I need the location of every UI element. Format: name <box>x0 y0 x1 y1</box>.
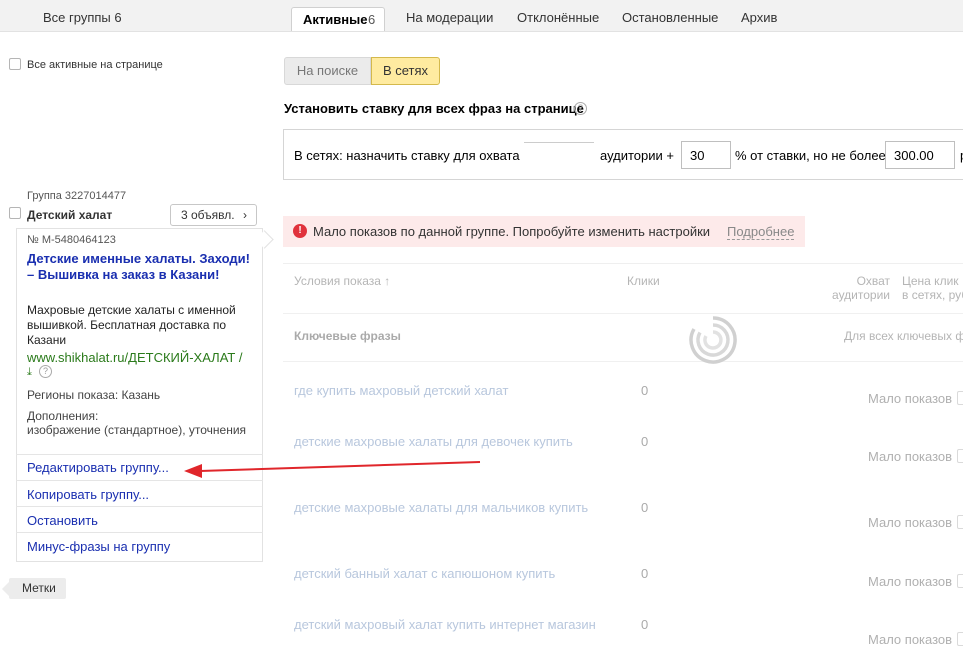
warning-more-link[interactable]: Подробнее <box>727 224 795 240</box>
copy-group-link[interactable]: Копировать группу... <box>27 487 149 502</box>
table-row-clicks: 0 <box>641 383 649 398</box>
column-reach-line2: аудитории <box>832 288 890 302</box>
tab-stopped[interactable]: Остановленные <box>622 10 718 25</box>
tab-active-label: Активные <box>303 12 368 27</box>
download-arrow-icon[interactable]: ⤓ <box>27 366 32 379</box>
table-row-phrase[interactable]: детские махровые халаты для девочек купи… <box>294 434 573 449</box>
reach-select[interactable] <box>524 142 594 143</box>
ad-title[interactable]: Детские именные халаты. Заходи! – Вышивк… <box>27 251 252 283</box>
question-icon[interactable]: ? <box>39 365 52 378</box>
table-row-checkbox[interactable] <box>957 449 963 463</box>
switch-search[interactable]: На поиске <box>284 57 371 85</box>
keywords-section-title: Ключевые фразы <box>294 329 401 343</box>
action-divider <box>16 506 263 507</box>
tab-all-groups[interactable]: Все группы 6 <box>43 10 122 25</box>
rate-audience-text: аудитории + <box>600 148 674 163</box>
red-arrow-annotation <box>184 461 481 478</box>
table-divider <box>283 361 963 362</box>
ad-extensions: изображение (стандартное), уточнения <box>27 423 247 437</box>
warning-text: Мало показов по данной группе. Попробуйт… <box>313 224 711 239</box>
column-conditions[interactable]: Условия показа ↑ <box>294 274 390 288</box>
loading-spinner-icon <box>689 316 737 364</box>
table-row-clicks: 0 <box>641 566 649 581</box>
table-row-reach: Мало показов <box>868 574 953 589</box>
column-reach-line1: Охват <box>856 274 890 288</box>
tag-pointer <box>2 582 9 596</box>
tab-archive[interactable]: Архив <box>741 10 777 25</box>
ad-text: Махровые детские халаты с именной вышивк… <box>27 303 236 347</box>
tab-active-count: 6 <box>368 12 376 27</box>
action-divider <box>16 532 263 533</box>
table-row-phrase[interactable]: где купить махровый детский халат <box>294 383 508 398</box>
minus-phrases-link[interactable]: Минус-фразы на группу <box>27 539 170 554</box>
table-row-clicks: 0 <box>641 500 649 515</box>
column-price-line1: Цена клик <box>902 274 959 288</box>
ads-count-label: 3 объявл. <box>181 208 235 222</box>
table-row-checkbox[interactable] <box>957 515 963 529</box>
table-row-clicks: 0 <box>641 617 649 632</box>
table-row-reach: Мало показов <box>868 391 953 406</box>
select-all-label: Все активные на странице <box>27 59 163 71</box>
table-row-reach: Мало показов <box>868 632 953 647</box>
rate-percent-text: % от ставки, но не более <box>735 148 886 163</box>
table-row-checkbox[interactable] <box>957 391 963 405</box>
tab-active[interactable]: Активные 6 <box>291 7 385 31</box>
table-row-phrase[interactable]: детский банный халат с капюшоном купить <box>294 566 555 581</box>
ad-number: № М-5480464123 <box>27 234 116 246</box>
table-row-checkbox[interactable] <box>957 574 963 588</box>
group-checkbox[interactable] <box>9 207 21 219</box>
alert-icon: ! <box>293 224 307 238</box>
chevron-right-icon: › <box>243 208 247 222</box>
column-price[interactable]: Цена клик в сетях, руб <box>902 274 963 302</box>
max-rate-input[interactable] <box>885 141 955 169</box>
rate-prefix-text: В сетях: назначить ставку для охвата <box>294 148 520 163</box>
column-clicks[interactable]: Клики <box>627 274 660 288</box>
edit-group-link[interactable]: Редактировать группу... <box>27 460 169 475</box>
set-rate-title: Установить ставку для всех фраз на стран… <box>284 101 584 116</box>
tab-rejected[interactable]: Отклонённые <box>517 10 599 25</box>
table-row-phrase[interactable]: детские махровые халаты для мальчиков ку… <box>294 500 588 515</box>
stop-group-link[interactable]: Остановить <box>27 513 98 528</box>
ads-count-button[interactable]: 3 объявл. › <box>170 204 257 226</box>
column-reach[interactable]: Охват аудитории <box>829 274 890 302</box>
select-all-checkbox[interactable] <box>9 58 21 70</box>
tags-button[interactable]: Метки <box>9 578 66 599</box>
action-divider <box>16 480 263 481</box>
percent-input[interactable] <box>681 141 731 169</box>
table-divider <box>283 313 963 314</box>
group-name[interactable]: Детский халат <box>27 208 112 222</box>
tab-moderation[interactable]: На модерации <box>406 10 493 25</box>
ad-url[interactable]: www.shikhalat.ru/ДЕТСКИЙ-ХАЛАТ / <box>27 350 243 365</box>
question-icon[interactable]: ? <box>574 102 587 115</box>
table-row-reach: Мало показов <box>868 515 953 530</box>
group-id: Группа 3227014477 <box>27 190 127 202</box>
table-row-checkbox[interactable] <box>957 632 963 646</box>
ad-regions: Регионы показа: Казань <box>27 388 161 402</box>
table-row-phrase[interactable]: детский махровый халат купить интернет м… <box>294 617 596 632</box>
table-row-reach: Мало показов <box>868 449 953 464</box>
table-top-divider <box>283 263 963 264</box>
keywords-all-label: Для всех ключевых ф <box>844 329 963 343</box>
column-price-line2: в сетях, руб <box>902 288 963 302</box>
table-row-clicks: 0 <box>641 434 649 449</box>
ad-extensions-label: Дополнения: <box>27 409 99 423</box>
switch-networks[interactable]: В сетях <box>371 57 440 85</box>
